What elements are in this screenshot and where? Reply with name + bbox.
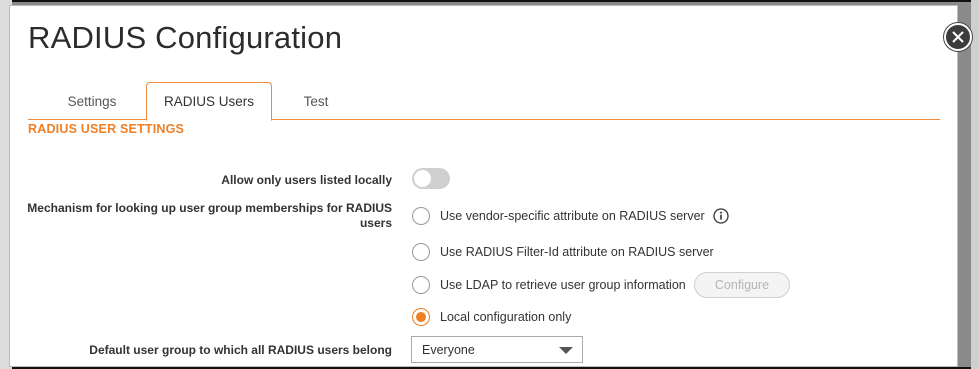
radio-vendor-specific[interactable]: Use vendor-specific attribute on RADIUS … (412, 206, 729, 226)
radio-dot (416, 312, 426, 322)
radio-button[interactable] (412, 207, 430, 225)
select-value: Everyone (422, 342, 475, 357)
background-page-edge-right (971, 0, 979, 369)
radio-ldap[interactable]: Use LDAP to retrieve user group informat… (412, 275, 686, 295)
radio-label: Local configuration only (440, 310, 572, 324)
mechanism-label: Mechanism for looking up user group memb… (27, 201, 392, 230)
tab-bar: Settings RADIUS Users Test (28, 82, 940, 121)
radio-button-checked[interactable] (412, 308, 430, 326)
configure-button[interactable]: Configure (694, 272, 790, 298)
radio-label: Use vendor-specific attribute on RADIUS … (440, 209, 705, 223)
allow-local-label: Allow only users listed locally (221, 173, 392, 187)
radio-button[interactable] (412, 276, 430, 294)
close-button[interactable] (944, 23, 972, 51)
info-icon[interactable] (713, 208, 729, 224)
toggle-knob (414, 170, 431, 187)
default-group-select[interactable]: Everyone (411, 336, 583, 363)
tab-settings[interactable]: Settings (54, 82, 130, 120)
dialog-title: RADIUS Configuration (28, 20, 343, 55)
radio-filter-id[interactable]: Use RADIUS Filter-Id attribute on RADIUS… (412, 242, 714, 262)
chevron-down-icon (559, 347, 573, 354)
close-icon (952, 31, 964, 43)
tab-radius-users[interactable]: RADIUS Users (146, 82, 272, 121)
radio-label: Use RADIUS Filter-Id attribute on RADIUS… (440, 245, 714, 259)
radio-button[interactable] (412, 243, 430, 261)
radius-configuration-dialog: RADIUS Configuration Settings RADIUS Use… (9, 5, 958, 367)
allow-local-toggle[interactable] (412, 168, 450, 189)
default-group-label: Default user group to which all RADIUS u… (89, 343, 392, 357)
radio-label: Use LDAP to retrieve user group informat… (440, 278, 686, 292)
tab-test[interactable]: Test (286, 82, 346, 120)
section-title: RADIUS USER SETTINGS (28, 122, 185, 136)
radio-local-only[interactable]: Local configuration only (412, 307, 571, 327)
